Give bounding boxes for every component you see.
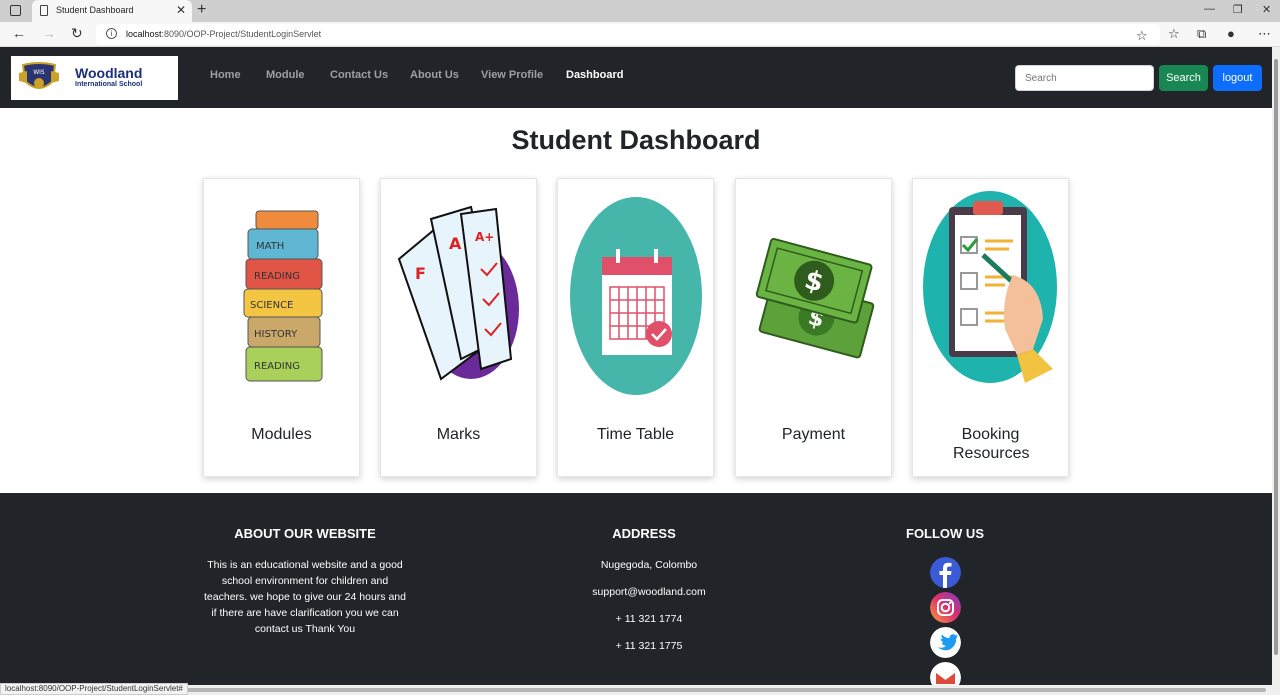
card-label-modules: Modules bbox=[251, 426, 312, 443]
info-icon[interactable]: i bbox=[106, 28, 117, 39]
nav-dashboard[interactable]: Dashboard bbox=[566, 69, 623, 81]
browser-tab-strip: Student Dashboard ✕ + — ❐ ✕ bbox=[0, 0, 1280, 22]
facebook-icon[interactable] bbox=[930, 557, 961, 588]
page-title: Student Dashboard bbox=[511, 125, 761, 155]
refresh-icon[interactable]: ↻ bbox=[71, 25, 83, 42]
status-bar-url: localhost:8090/OOP-Project/StudentLoginS… bbox=[0, 683, 188, 695]
close-window-icon[interactable]: ✕ bbox=[1262, 3, 1271, 16]
paper-mark-a-plus: A+ bbox=[475, 230, 494, 244]
favorites-icon[interactable]: ☆ bbox=[1168, 26, 1180, 42]
back-icon[interactable]: ← bbox=[12, 25, 26, 41]
book-label-reading-2: READING bbox=[254, 361, 300, 372]
nav-home[interactable]: Home bbox=[210, 69, 241, 81]
books-stack-icon: MATH READING SCIENCE HISTORY READING bbox=[243, 210, 323, 382]
tab-title: Student Dashboard bbox=[56, 5, 134, 15]
footer-address-heading: ADDRESS bbox=[612, 526, 676, 541]
card-marks[interactable]: F A A+ Marks bbox=[380, 178, 537, 477]
book-label-history: HISTORY bbox=[254, 329, 298, 340]
instagram-icon[interactable] bbox=[930, 592, 961, 623]
book-label-reading-1: READING bbox=[254, 271, 300, 282]
paper-mark-a: A bbox=[449, 234, 462, 253]
paper-mark-f: F bbox=[415, 264, 426, 283]
card-label-time-table: Time Table bbox=[596, 426, 675, 443]
address-bar-row: ← → ↻ i localhost:8090/OOP-Project/Stude… bbox=[0, 22, 1280, 47]
horizontal-scroll-thumb[interactable] bbox=[186, 688, 1266, 692]
url-text: localhost:8090/OOP-Project/StudentLoginS… bbox=[126, 29, 322, 39]
new-tab-icon[interactable]: + bbox=[197, 1, 206, 19]
calendar-icon bbox=[570, 197, 702, 395]
vertical-scroll-thumb[interactable] bbox=[1274, 59, 1278, 655]
footer-address-phone-2: + 11 321 1775 bbox=[615, 640, 683, 652]
more-icon[interactable]: ⋯ bbox=[1258, 26, 1271, 42]
card-label-payment: Payment bbox=[781, 426, 846, 443]
footer-about-heading: ABOUT OUR WEBSITE bbox=[234, 526, 376, 541]
book-label-science: SCIENCE bbox=[250, 300, 293, 311]
footer-address-phone-1: + 11 321 1774 bbox=[615, 613, 683, 625]
collections-icon[interactable]: ⧉ bbox=[1197, 26, 1206, 42]
nav-view-profile[interactable]: View Profile bbox=[481, 69, 543, 81]
card-label-marks: Marks bbox=[436, 426, 481, 443]
add-favorite-icon[interactable]: ☆ bbox=[1136, 28, 1148, 44]
profile-icon[interactable]: ● bbox=[1227, 26, 1235, 41]
tab-close-icon[interactable]: ✕ bbox=[176, 3, 186, 17]
money-icon: $ $ bbox=[755, 237, 875, 359]
url-field[interactable]: i localhost:8090/OOP-Project/StudentLogi… bbox=[96, 24, 1160, 45]
forward-icon[interactable]: → bbox=[42, 25, 56, 41]
search-input[interactable] bbox=[1015, 65, 1154, 91]
search-button[interactable]: Search bbox=[1159, 65, 1208, 91]
restore-icon[interactable]: ❐ bbox=[1233, 3, 1243, 16]
site-navbar: WIS Woodland International School Home M… bbox=[0, 47, 1272, 108]
card-modules[interactable]: MATH READING SCIENCE HISTORY READING Mod… bbox=[203, 178, 360, 477]
footer-address-email: support@woodland.com bbox=[592, 586, 706, 598]
logo-name: Woodland bbox=[75, 65, 143, 81]
nav-contact-us[interactable]: Contact Us bbox=[330, 69, 388, 81]
school-logo[interactable]: WIS Woodland International School bbox=[11, 56, 178, 100]
book-label-math: MATH bbox=[256, 241, 284, 252]
card-payment[interactable]: $ $ Payment bbox=[735, 178, 892, 477]
footer-about-text: This is an educational website and a goo… bbox=[204, 559, 406, 635]
card-time-table[interactable]: Time Table bbox=[557, 178, 714, 477]
logout-button[interactable]: logout bbox=[1213, 65, 1262, 91]
graded-papers-icon: F A A+ bbox=[397, 205, 519, 381]
clipboard-checklist-icon bbox=[923, 191, 1057, 383]
page-icon bbox=[40, 5, 48, 16]
vertical-scrollbar[interactable] bbox=[1272, 47, 1280, 685]
logo-subtitle: International School bbox=[75, 81, 143, 88]
nav-about-us[interactable]: About Us bbox=[410, 69, 459, 81]
card-label-booking-resources: Booking Resources bbox=[953, 426, 1030, 462]
school-crest-icon: WIS bbox=[19, 62, 59, 89]
minimize-icon[interactable]: — bbox=[1204, 3, 1215, 15]
nav-module[interactable]: Module bbox=[266, 69, 305, 81]
browser-tab[interactable]: Student Dashboard ✕ bbox=[32, 0, 192, 22]
horizontal-scrollbar[interactable] bbox=[0, 685, 1280, 695]
footer-follow-heading: FOLLOW US bbox=[906, 526, 984, 541]
site-footer: ABOUT OUR WEBSITE This is an educational… bbox=[0, 493, 1272, 693]
twitter-icon[interactable] bbox=[930, 627, 961, 658]
tab-actions-icon[interactable] bbox=[10, 5, 21, 16]
crest-text: WIS bbox=[33, 69, 45, 76]
card-booking-resources[interactable]: Booking Resources bbox=[912, 178, 1069, 477]
footer-address-location: Nugegoda, Colombo bbox=[600, 559, 698, 571]
